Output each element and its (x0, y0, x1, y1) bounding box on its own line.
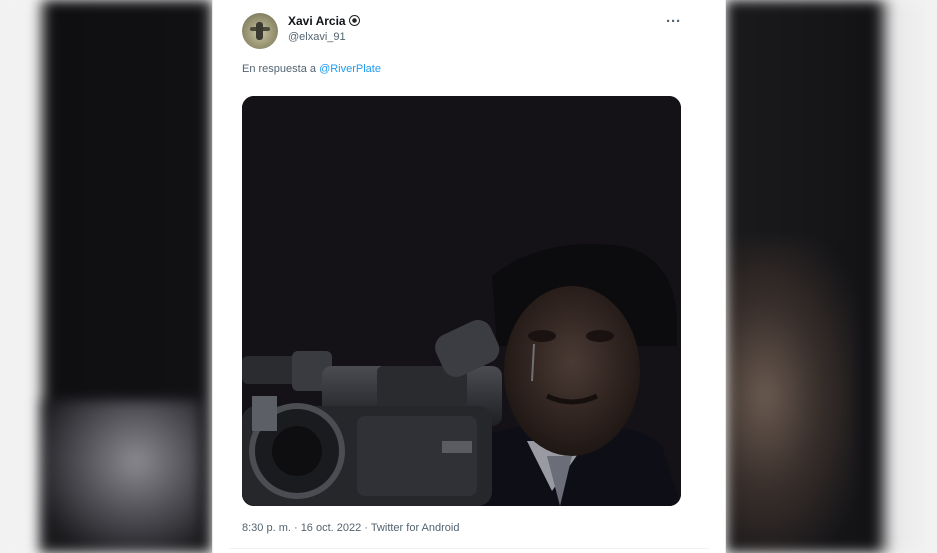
blurred-background-left (0, 0, 212, 553)
reply-prefix: En respuesta a (242, 63, 316, 75)
author-name-row[interactable]: Xavi Arcia (288, 14, 360, 28)
soccer-ball-icon (348, 15, 360, 26)
avatar[interactable] (242, 13, 278, 49)
tweet-card: Xavi Arcia @elxavi_91 ··· En respuesta a… (212, 0, 726, 553)
divider (229, 548, 709, 549)
author-handle[interactable]: @elxavi_91 (288, 31, 346, 43)
tweet-media-image[interactable] (242, 96, 681, 506)
author-name[interactable]: Xavi Arcia (288, 14, 346, 28)
reply-context: En respuesta a @RiverPlate (242, 63, 381, 75)
media-illustration (242, 96, 681, 506)
reply-mention-link[interactable]: @RiverPlate (319, 63, 381, 75)
blurred-background-right (726, 0, 937, 553)
more-horizontal-icon[interactable]: ··· (666, 13, 681, 30)
tweet-timestamp[interactable]: 8:30 p. m. · 16 oct. 2022 · Twitter for … (242, 522, 459, 534)
